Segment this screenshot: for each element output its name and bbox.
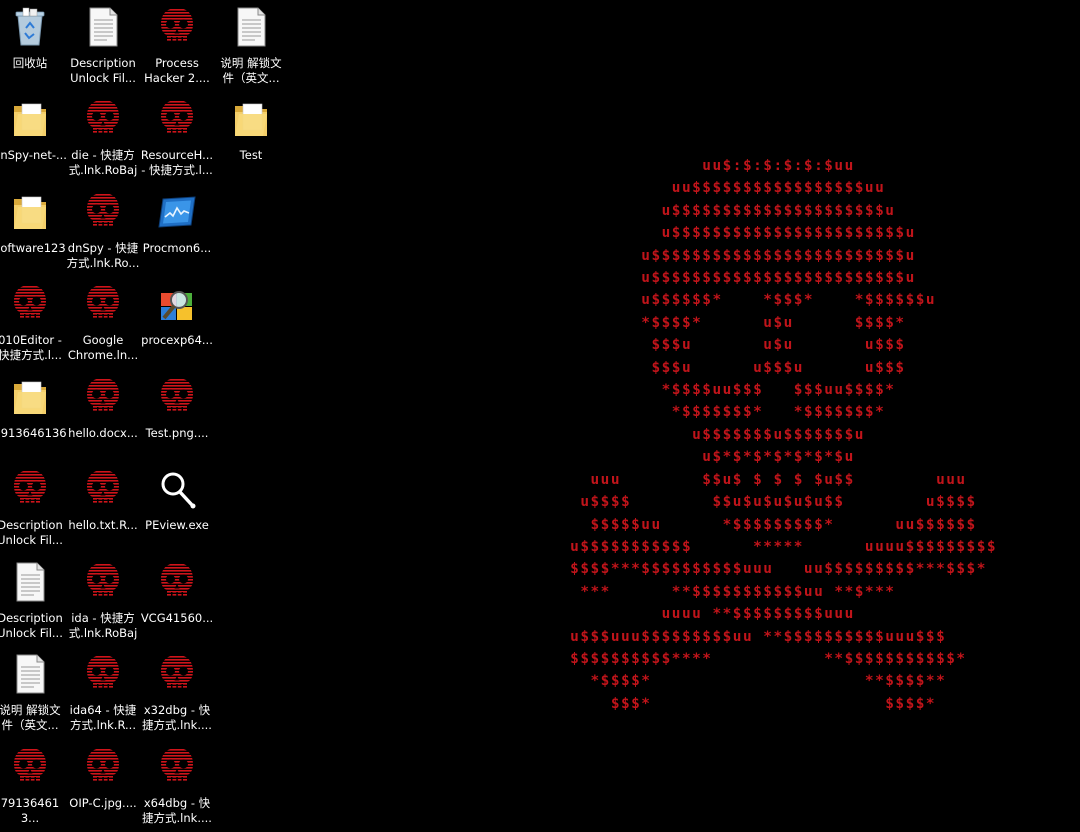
folder-icon: [10, 376, 50, 418]
desktop-icon[interactable]: Description Unlock Fil...: [66, 2, 140, 92]
skull-icon: [157, 653, 197, 695]
desktop-icon-label: hello.docx...: [68, 426, 138, 440]
desktop-icon-label: die - 快捷方 式.lnk.RoBaj: [68, 148, 138, 177]
document-icon: [10, 561, 50, 603]
desktop-icon-label: Description Unlock Fil...: [0, 611, 63, 640]
document-icon: [83, 6, 123, 48]
desktop-icon[interactable]: Test: [214, 94, 288, 184]
desktop-icon-label: dnSpy-net-...: [0, 148, 67, 162]
desktop-icon[interactable]: 791364613...: [0, 742, 67, 832]
skull-icon: [10, 746, 50, 788]
folder-icon: [10, 191, 50, 233]
skull-icon: [157, 746, 197, 788]
skull-icon: [83, 98, 123, 140]
desktop-icon-label: Test.png....: [145, 426, 209, 440]
folder-icon: [10, 98, 50, 140]
desktop-icon-label: Procmon6...: [142, 241, 212, 255]
desktop-icon[interactable]: 7913646136: [0, 372, 67, 462]
desktop-icon[interactable]: Procmon6...: [140, 187, 214, 277]
skull-icon: [83, 746, 123, 788]
desktop-icon[interactable]: dnSpy - 快捷 方式.lnk.Ro...: [66, 187, 140, 277]
desktop-icon[interactable]: Process Hacker 2....: [140, 2, 214, 92]
desktop-icon-label: 010Editor - 快捷方式.l...: [0, 333, 62, 362]
desktop-icon[interactable]: 说明 解锁文 件（英文...: [214, 2, 288, 92]
skull-icon: [83, 468, 123, 510]
desktop-icon[interactable]: Test.png....: [140, 372, 214, 462]
desktop-icon[interactable]: Description Unlock Fil...: [0, 557, 67, 647]
skull-icon: [83, 283, 123, 325]
desktop-icon-label: OIP-C.jpg....: [69, 796, 137, 810]
desktop-icon[interactable]: x64dbg - 快 捷方式.lnk....: [140, 742, 214, 832]
desktop-icon-label: Process Hacker 2....: [144, 56, 210, 85]
skull-icon: [157, 561, 197, 603]
recycle-bin-icon: [10, 6, 50, 48]
procexp-icon: [157, 283, 197, 325]
desktop-icon-label: 说明 解锁文 件（英文...: [0, 703, 61, 732]
desktop-icon-label: PEview.exe: [145, 518, 209, 532]
desktop-icon[interactable]: Google Chrome.ln...: [66, 279, 140, 369]
procmon-icon: [157, 191, 197, 233]
desktop-icon[interactable]: 010Editor - 快捷方式.l...: [0, 279, 67, 369]
desktop-icon[interactable]: hello.docx...: [66, 372, 140, 462]
desktop-icon[interactable]: ida - 快捷方 式.lnk.RoBaj: [66, 557, 140, 647]
skull-icon: [83, 191, 123, 233]
skull-icon: [83, 653, 123, 695]
desktop-icon[interactable]: 回收站: [0, 2, 67, 92]
desktop-icon-label: x32dbg - 快 捷方式.lnk....: [142, 703, 212, 732]
skull-icon: [157, 376, 197, 418]
desktop-icon-label: VCG41560...: [140, 611, 214, 625]
desktop-icon[interactable]: procexp64...: [140, 279, 214, 369]
desktop-icon[interactable]: hello.txt.R...: [66, 464, 140, 554]
desktop-icon-label: hello.txt.R...: [68, 518, 138, 532]
desktop-icon-label: 说明 解锁文 件（英文...: [220, 56, 282, 85]
desktop-icon[interactable]: ida64 - 快捷 方式.lnk.R...: [66, 649, 140, 739]
desktop-icon-label: Description Unlock Fil...: [0, 518, 63, 547]
desktop-icon-label: dnSpy - 快捷 方式.lnk.Ro...: [66, 241, 140, 270]
desktop-icon[interactable]: VCG41560...: [140, 557, 214, 647]
desktop-icon-label: 回收站: [12, 56, 48, 70]
desktop-icon[interactable]: PEview.exe: [140, 464, 214, 554]
skull-icon: [83, 376, 123, 418]
desktop-icon[interactable]: OIP-C.jpg....: [66, 742, 140, 832]
desktop-icon[interactable]: die - 快捷方 式.lnk.RoBaj: [66, 94, 140, 184]
skull-icon: [157, 98, 197, 140]
desktop-icon[interactable]: Description Unlock Fil...: [0, 464, 67, 554]
desktop-icon-label: ida - 快捷方 式.lnk.RoBaj: [68, 611, 138, 640]
desktop-icon-label: ResourceH... - 快捷方式.l...: [140, 148, 214, 177]
desktop-icon[interactable]: ResourceH... - 快捷方式.l...: [140, 94, 214, 184]
skull-icon: [157, 6, 197, 48]
desktop-icon[interactable]: dnSpy-net-...: [0, 94, 67, 184]
skull-icon: [10, 468, 50, 510]
skull-icon: [83, 561, 123, 603]
desktop-icon[interactable]: 说明 解锁文 件（英文...: [0, 649, 67, 739]
folder-icon: [231, 98, 271, 140]
desktop-icon-label: ida64 - 快捷 方式.lnk.R...: [69, 703, 137, 732]
desktop-icon-label: Description Unlock Fil...: [70, 56, 136, 85]
desktop-icon[interactable]: x32dbg - 快 捷方式.lnk....: [140, 649, 214, 739]
document-icon: [231, 6, 271, 48]
magnifier-icon: [157, 468, 197, 510]
desktop-icon-label: 7913646136: [0, 426, 67, 440]
document-icon: [10, 653, 50, 695]
desktop-icon[interactable]: software123: [0, 187, 67, 277]
desktop-icon-label: Google Chrome.ln...: [67, 333, 139, 362]
skull-ascii-art: uu$:$:$:$:$:$uu uu$$$$$$$$$$$$$$$$$uu u$…: [570, 158, 998, 712]
desktop-icon-label: Test: [239, 148, 263, 162]
desktop-icon-label: procexp64...: [141, 333, 213, 347]
skull-icon: [10, 283, 50, 325]
desktop-icon-label: software123: [0, 241, 66, 255]
